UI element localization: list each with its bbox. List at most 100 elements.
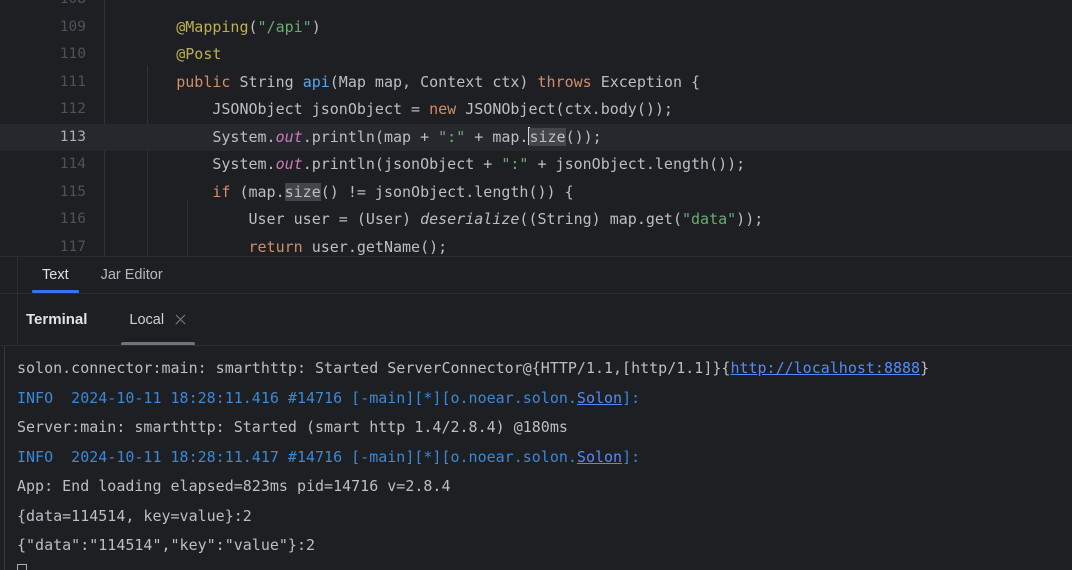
code-line[interactable]: 114 System.out.println(jsonObject + ":" … (0, 151, 1072, 179)
terminal-text: {"data":"114514","key":"value"}:2 (17, 536, 316, 554)
code-token: user.getName(); (302, 237, 448, 256)
terminal-link[interactable]: Solon (577, 389, 622, 407)
code-token: ((String) map.get( (519, 210, 682, 228)
code-token: ":" (501, 155, 529, 173)
code-line-text: System.out.println(map + ":" + map.size(… (104, 124, 602, 152)
code-line[interactable]: 112 JSONObject jsonObject = new JSONObje… (0, 96, 1072, 124)
code-token: size (284, 182, 321, 201)
code-token: size (529, 127, 566, 146)
line-number: 113 (59, 128, 86, 145)
editor-tab-bar[interactable]: Text Jar Editor (0, 256, 1072, 293)
terminal-tabbar-left-rule (17, 294, 18, 345)
code-token: public (176, 72, 231, 91)
terminal-text: App: End loading elapsed=823ms pid=14716… (17, 477, 451, 495)
code-token: @Post (176, 45, 222, 63)
line-number: 117 (59, 238, 86, 255)
line-number: 111 (59, 73, 86, 90)
code-token: new (429, 100, 457, 118)
code-token: JSONObject(ctx.body()); (456, 100, 673, 118)
editor-tab-text[interactable]: Text (26, 257, 85, 293)
terminal-lines: solon.connector:main: smarthttp: Started… (17, 354, 1072, 570)
code-token: (map. (230, 182, 285, 201)
terminal-line: App: End loading elapsed=823ms pid=14716… (17, 472, 1072, 502)
terminal-text: {data=114514, key=value}:2 (17, 506, 252, 525)
code-token: Exception { (591, 72, 701, 91)
code-line-text: public String api(Map map, Context ctx) … (104, 69, 700, 97)
code-line[interactable]: 109 @Mapping("/api") (0, 14, 1072, 42)
terminal-tab-local[interactable]: Local (119, 306, 197, 346)
code-token: User user = (User) (104, 210, 421, 228)
terminal-text: ]: (622, 447, 641, 466)
terminal-line: Server:main: smarthttp: Started (smart h… (17, 413, 1072, 443)
code-line-text: JSONObject jsonObject = new JSONObject(c… (104, 96, 673, 124)
code-line[interactable]: 115 if (map.size() != jsonObject.length(… (0, 179, 1072, 207)
code-token: deserialize (420, 210, 520, 228)
code-line[interactable]: 111 public String api(Map map, Context c… (0, 69, 1072, 97)
code-token: "data" (681, 210, 737, 228)
terminal-text: solon.connector:main: smarthttp: Started… (17, 359, 731, 377)
code-token: () != jsonObject.length()) { (320, 182, 574, 201)
code-line[interactable]: 117 return user.getName(); (0, 234, 1072, 257)
terminal-link[interactable]: Solon (577, 448, 622, 466)
editor-tab-jar-editor[interactable]: Jar Editor (85, 257, 179, 293)
terminal-line: INFO 2024-10-11 18:28:11.416 #14716 [-ma… (17, 384, 1072, 414)
code-lines: 108109 @Mapping("/api")110 @Post111 publ… (0, 0, 1072, 256)
tabbar-left-rule (17, 257, 18, 293)
terminal-line: INFO 2024-10-11 18:28:11.417 #14716 [-ma… (17, 443, 1072, 473)
line-number: 115 (59, 183, 86, 200)
line-number: 114 (59, 156, 86, 172)
code-token: .println(map + (302, 127, 439, 146)
code-token: )); (736, 210, 764, 228)
code-token: ()); (565, 127, 602, 146)
terminal-line: {data=114514, key=value}:2 (17, 502, 1072, 532)
line-number: 109 (59, 18, 86, 35)
code-token: out (275, 155, 303, 173)
terminal-link[interactable]: http://localhost:8888 (730, 359, 920, 377)
code-line-partial: 108 (0, 0, 1072, 14)
code-token: ":" (438, 127, 466, 146)
code-line-text: System.out.println(jsonObject + ":" + js… (104, 151, 745, 179)
code-token: "/api" (257, 17, 312, 36)
code-token: + map. (465, 127, 529, 146)
terminal-left-rule (4, 346, 5, 570)
line-number: 108 (0, 0, 86, 14)
code-line[interactable]: 110 @Post (0, 41, 1072, 69)
code-token: JSONObject jsonObject = (104, 100, 430, 118)
code-editor[interactable]: 108109 @Mapping("/api")110 @Post111 publ… (0, 0, 1072, 256)
code-token: if (212, 182, 231, 201)
code-token: System. (104, 155, 276, 173)
terminal-text: Server:main: smarthttp: Started (smart h… (17, 418, 568, 436)
terminal-text: } (920, 359, 930, 377)
code-token: @Mapping (176, 17, 249, 36)
code-line[interactable]: 113 System.out.println(map + ":" + map.s… (0, 123, 1072, 152)
terminal-tab-bar[interactable]: Terminal Local (0, 293, 1072, 346)
terminal-text: ]: (622, 388, 641, 407)
terminal-text: INFO 2024-10-11 18:28:11.417 #14716 [-ma… (17, 447, 577, 466)
code-token: + jsonObject.length()); (528, 155, 746, 173)
close-icon[interactable] (174, 313, 187, 326)
terminal-line: solon.connector:main: smarthttp: Started… (17, 354, 1072, 384)
code-line-text: return user.getName(); (104, 234, 448, 257)
terminal-caret (17, 563, 27, 570)
code-token: return (248, 237, 303, 256)
line-number: 116 (59, 211, 86, 227)
ide-window: 108109 @Mapping("/api")110 @Post111 publ… (0, 0, 1072, 570)
terminal-output[interactable]: solon.connector:main: smarthttp: Started… (0, 345, 1072, 570)
terminal-panel-title: Terminal (26, 311, 88, 328)
code-line[interactable]: 116 User user = (User) deserialize((Stri… (0, 206, 1072, 234)
code-token: throws (537, 72, 592, 91)
line-number: 112 (59, 101, 86, 117)
code-token: ) (311, 17, 321, 36)
code-token: out (275, 127, 303, 146)
editor-tab-label: Jar Editor (100, 267, 163, 283)
terminal-text: INFO 2024-10-11 18:28:11.416 #14716 [-ma… (17, 388, 577, 407)
code-token: System. (104, 127, 276, 146)
code-line-text: @Mapping("/api") (104, 14, 321, 42)
code-token: (Map map, Context ctx) (329, 72, 538, 91)
code-line-text: @Post (104, 41, 221, 69)
